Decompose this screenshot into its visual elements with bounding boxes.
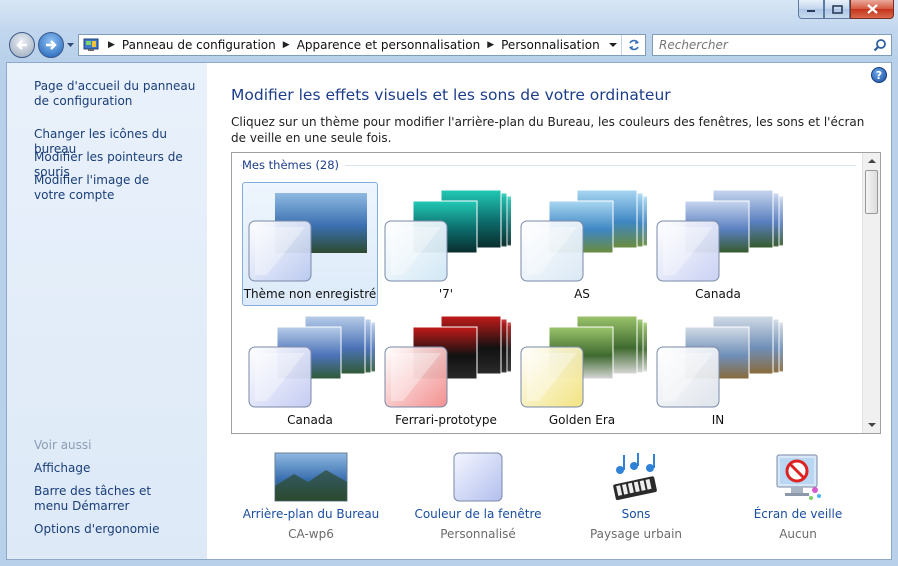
window-color-icon xyxy=(453,452,503,505)
sidebar-link-taskbar[interactable]: Barre des tâches et menu Démarrer xyxy=(34,484,184,514)
control-panel-icon xyxy=(83,38,99,51)
breadcrumb-appearance[interactable]: Apparence et personnalisation xyxy=(297,38,481,52)
theme-tile[interactable]: Canada xyxy=(650,182,786,306)
sounds-setting[interactable]: Sons Paysage urbain xyxy=(561,446,711,556)
theme-label: Canada xyxy=(695,287,741,301)
sidebar: Page d'accueil du panneau de configurati… xyxy=(7,63,207,559)
scroll-down-button[interactable] xyxy=(863,417,880,433)
back-button[interactable] xyxy=(9,32,35,58)
theme-tile[interactable]: Thème non enregistré xyxy=(242,182,378,306)
window-color-setting[interactable]: Couleur de la fenêtre Personnalisé xyxy=(403,446,553,556)
navigation-bar: ▶ Panneau de configuration ▶ Apparence e… xyxy=(6,30,892,60)
maximize-icon xyxy=(831,4,843,14)
minimize-icon xyxy=(807,10,815,12)
close-button[interactable] xyxy=(850,0,894,19)
arrow-right-icon xyxy=(46,40,57,50)
sidebar-link-ease-of-access[interactable]: Options d'ergonomie xyxy=(34,522,206,537)
theme-tile[interactable]: '7' xyxy=(378,182,514,306)
breadcrumb-control-panel[interactable]: Panneau de configuration xyxy=(122,38,276,52)
search-box xyxy=(652,34,892,56)
chevron-up-icon xyxy=(867,159,876,163)
theme-label: Ferrari-prototype xyxy=(395,413,497,427)
theme-label: AS xyxy=(574,287,590,301)
scroll-thumb[interactable] xyxy=(865,170,878,214)
theme-preview-icon xyxy=(656,189,783,282)
breadcrumb-separator[interactable]: ▶ xyxy=(487,40,494,50)
vertical-scrollbar[interactable] xyxy=(862,153,880,433)
see-also-heading: Voir aussi xyxy=(34,438,92,452)
chevron-down-icon xyxy=(867,423,876,427)
maximize-button[interactable] xyxy=(824,0,850,19)
theme-preview-icon xyxy=(656,315,783,408)
theme-tile[interactable]: Golden Era xyxy=(514,308,650,432)
page-title: Modifier les effets visuels et les sons … xyxy=(231,86,671,104)
theme-preview-icon xyxy=(520,189,647,282)
theme-preview-icon xyxy=(248,193,367,282)
close-icon xyxy=(866,4,878,14)
arrow-left-icon xyxy=(16,40,27,50)
theme-list[interactable]: Mes thèmes (28) Thème non enregistré '7' A… xyxy=(231,152,881,434)
theme-label: Thème non enregistré xyxy=(243,287,377,301)
content-area: Page d'accueil du panneau de configurati… xyxy=(6,62,892,560)
sidebar-link-control-panel-home[interactable]: Page d'accueil du panneau de configurati… xyxy=(34,79,206,109)
address-bar[interactable]: ▶ Panneau de configuration ▶ Apparence e… xyxy=(78,34,646,56)
theme-preview-icon xyxy=(248,315,375,408)
theme-tile[interactable]: IN xyxy=(650,308,786,432)
sounds-value: Paysage urbain xyxy=(589,527,683,541)
sidebar-link-account-picture[interactable]: Modifier l'image de votre compte xyxy=(34,173,184,203)
theme-label: Golden Era xyxy=(548,413,616,427)
breadcrumb-separator[interactable]: ▶ xyxy=(283,40,290,50)
help-icon[interactable]: ? xyxy=(871,67,887,83)
sounds-icon xyxy=(610,452,662,505)
chevron-down-icon[interactable] xyxy=(609,41,617,49)
window: ▶ Panneau de configuration ▶ Apparence e… xyxy=(0,0,898,566)
breadcrumb-separator[interactable]: ▶ xyxy=(108,40,115,50)
theme-preview-icon xyxy=(384,315,511,408)
theme-tile[interactable]: Ferrari-prototype xyxy=(378,308,514,432)
screensaver-value: Aucun xyxy=(779,527,817,541)
sounds-link[interactable]: Sons xyxy=(561,507,711,521)
caption-controls xyxy=(798,0,894,19)
screensaver-link[interactable]: Écran de veille xyxy=(723,507,873,521)
search-icon[interactable] xyxy=(869,36,891,54)
refresh-icon xyxy=(628,39,639,51)
theme-tile[interactable]: Canada xyxy=(242,308,378,432)
desktop-background-setting[interactable]: Arrière-plan du Bureau CA-wp6 xyxy=(236,446,386,556)
theme-label: Canada xyxy=(287,413,333,427)
window-color-value: Personnalisé xyxy=(440,527,516,541)
recent-pages-chevron-icon[interactable] xyxy=(66,40,75,49)
theme-label: IN xyxy=(711,413,725,427)
scroll-up-button[interactable] xyxy=(863,153,880,169)
theme-tile[interactable]: AS xyxy=(514,182,650,306)
sidebar-link-display[interactable]: Affichage xyxy=(34,461,206,476)
theme-preview-icon xyxy=(384,189,511,282)
group-header-my-themes[interactable]: Mes thèmes (28) xyxy=(242,158,346,172)
desktop-background-value: CA-wp6 xyxy=(288,527,334,541)
screensaver-setting[interactable]: Écran de veille Aucun xyxy=(723,446,873,556)
forward-button[interactable] xyxy=(38,32,64,58)
refresh-button[interactable] xyxy=(621,35,645,55)
breadcrumb-personalization[interactable]: Personnalisation xyxy=(501,38,600,52)
minimize-button[interactable] xyxy=(798,0,824,19)
desktop-background-link[interactable]: Arrière-plan du Bureau xyxy=(236,507,386,521)
screensaver-icon xyxy=(773,452,823,505)
window-color-link[interactable]: Couleur de la fenêtre xyxy=(403,507,553,521)
theme-preview-icon xyxy=(520,315,647,408)
page-description: Cliquez sur un thème pour modifier l'arr… xyxy=(231,115,865,145)
search-input[interactable] xyxy=(653,36,869,54)
desktop-background-icon xyxy=(274,452,348,505)
theme-label: '7' xyxy=(438,287,454,301)
